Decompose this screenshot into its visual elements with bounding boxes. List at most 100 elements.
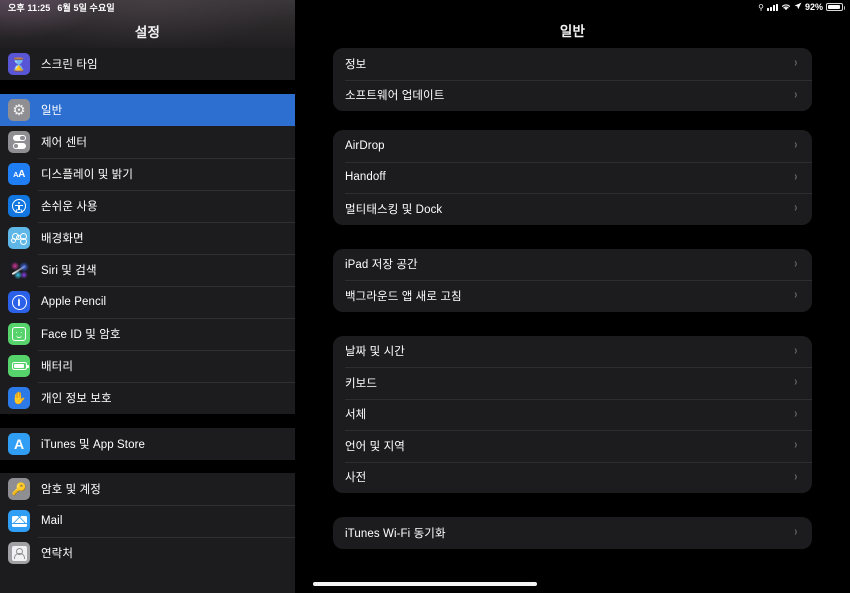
row-label: Handoff bbox=[345, 171, 386, 184]
sidebar-item-battery[interactable]: 배터리 bbox=[0, 350, 295, 382]
sidebar-group-screentime: ⌛ 스크린 타임 bbox=[0, 48, 295, 80]
home-indicator[interactable] bbox=[313, 582, 537, 586]
sidebar-item-mail[interactable]: Mail bbox=[0, 505, 295, 537]
chevron-right-icon: › bbox=[794, 469, 798, 484]
settings-card-storage: iPad 저장 공간 › 백그라운드 앱 새로 고침 › bbox=[333, 248, 812, 312]
row-label: 키보드 bbox=[345, 377, 378, 390]
chevron-right-icon: › bbox=[794, 288, 798, 303]
chevron-right-icon: › bbox=[794, 56, 798, 71]
status-date: 6월 5일 수요일 bbox=[57, 2, 115, 13]
status-bar-right: ⚲ 92% bbox=[758, 2, 845, 12]
settings-card-connectivity: AirDrop › Handoff › 멀티태스킹 및 Dock › bbox=[333, 130, 812, 225]
pencil-icon bbox=[8, 291, 30, 313]
key-icon: 🔑 bbox=[8, 478, 30, 500]
sidebar-item-label: 스크린 타임 bbox=[41, 59, 98, 71]
battery-icon bbox=[826, 3, 845, 11]
sidebar-item-label: Mail bbox=[41, 515, 63, 527]
cellular-bars-icon bbox=[766, 3, 778, 11]
row-label: 서체 bbox=[345, 409, 367, 422]
row-label: AirDrop bbox=[345, 139, 385, 152]
settings-groups: 정보 › 소프트웨어 업데이트 › AirDrop › Handoff › 멀티… bbox=[295, 48, 850, 549]
sidebar-title: 설정 bbox=[134, 25, 161, 40]
wifi-icon bbox=[781, 3, 791, 11]
sidebar-item-control-center[interactable]: 제어 센터 bbox=[0, 126, 295, 158]
sidebar-item-label: 암호 및 계정 bbox=[41, 484, 101, 496]
row-date-time[interactable]: 날짜 및 시간 › bbox=[333, 336, 812, 368]
sidebar-item-label: 일반 bbox=[41, 105, 63, 117]
sidebar-item-apple-pencil[interactable]: Apple Pencil bbox=[0, 286, 295, 318]
row-fonts[interactable]: 서체 › bbox=[333, 398, 812, 431]
siri-icon bbox=[8, 259, 30, 281]
status-bar: 오후 11:25 6월 5일 수요일 ⚲ 92% bbox=[0, 0, 850, 14]
sidebar-item-contacts[interactable]: 연락처 bbox=[0, 537, 295, 569]
settings-card-localization: 날짜 및 시간 › 키보드 › 서체 › 언어 및 지역 › 사전 › bbox=[333, 335, 812, 494]
row-label: 백그라운드 앱 새로 고침 bbox=[345, 290, 462, 303]
hourglass-icon: ⌛ bbox=[8, 53, 30, 75]
location-arrow-icon bbox=[794, 2, 802, 12]
row-handoff[interactable]: Handoff › bbox=[333, 161, 812, 194]
page-title: 일반 bbox=[559, 24, 586, 39]
battery-icon bbox=[8, 355, 30, 377]
sidebar-item-general[interactable]: ⚙ 일반 bbox=[0, 94, 295, 126]
settings-card-about: 정보 › 소프트웨어 업데이트 › bbox=[333, 48, 812, 111]
sidebar-item-label: 연락처 bbox=[41, 548, 74, 560]
row-software-update[interactable]: 소프트웨어 업데이트 › bbox=[333, 79, 812, 112]
sidebar-divider bbox=[0, 460, 295, 473]
row-language-region[interactable]: 언어 및 지역 › bbox=[333, 430, 812, 462]
sidebar-item-itunes-app-store[interactable]: A iTunes 및 App Store bbox=[0, 428, 295, 460]
sidebar-item-display-brightness[interactable]: AA 디스플레이 및 밝기 bbox=[0, 158, 295, 190]
sidebar-divider bbox=[0, 414, 295, 428]
chevron-right-icon: › bbox=[794, 375, 798, 390]
sidebar-item-privacy[interactable]: ✋ 개인 정보 보호 bbox=[0, 382, 295, 414]
sidebar-divider bbox=[0, 80, 295, 94]
ipad-settings-screen: 오후 11:25 6월 5일 수요일 ⚲ 92% 설정 ⌛ 스크린 타임 ⚙ 일… bbox=[0, 0, 850, 593]
chevron-right-icon: › bbox=[794, 87, 798, 102]
sidebar-item-label: 배터리 bbox=[41, 361, 74, 373]
settings-sidebar[interactable]: 설정 ⌛ 스크린 타임 ⚙ 일반 제어 센터 AA 디스플레이 및 밝기 손쉬운… bbox=[0, 0, 295, 593]
sidebar-item-siri-search[interactable]: Siri 및 검색 bbox=[0, 254, 295, 286]
sidebar-item-label: Apple Pencil bbox=[41, 296, 107, 308]
sidebar-item-screen-time[interactable]: ⌛ 스크린 타임 bbox=[0, 48, 295, 80]
row-multitasking-dock[interactable]: 멀티태스킹 및 Dock › bbox=[333, 193, 812, 225]
sidebar-item-label: Siri 및 검색 bbox=[41, 265, 97, 277]
row-label: 멀티태스킹 및 Dock bbox=[345, 203, 443, 216]
sidebar-item-label: iTunes 및 App Store bbox=[41, 439, 146, 451]
row-ipad-storage[interactable]: iPad 저장 공간 › bbox=[333, 249, 812, 281]
settings-card-sync: iTunes Wi-Fi 동기화 › bbox=[333, 517, 812, 549]
sidebar-item-wallpaper[interactable]: 배경화면 bbox=[0, 222, 295, 254]
sidebar-group-store: A iTunes 및 App Store bbox=[0, 428, 295, 460]
row-itunes-wifi-sync[interactable]: iTunes Wi-Fi 동기화 › bbox=[333, 517, 812, 549]
chevron-right-icon: › bbox=[794, 138, 798, 153]
row-label: iTunes Wi-Fi 동기화 bbox=[345, 527, 446, 540]
row-background-app-refresh[interactable]: 백그라운드 앱 새로 고침 › bbox=[333, 280, 812, 312]
sidebar-item-accessibility[interactable]: 손쉬운 사용 bbox=[0, 190, 295, 222]
chevron-right-icon: › bbox=[794, 169, 798, 184]
chevron-right-icon: › bbox=[794, 525, 798, 540]
chevron-right-icon: › bbox=[794, 256, 798, 271]
row-about[interactable]: 정보 › bbox=[333, 48, 812, 80]
faceid-icon bbox=[8, 323, 30, 345]
row-keyboard[interactable]: 키보드 › bbox=[333, 367, 812, 399]
row-label: 정보 bbox=[345, 58, 367, 71]
text-size-icon: AA bbox=[8, 163, 30, 185]
lock-rotation-icon: ⚲ bbox=[758, 2, 764, 12]
sidebar-item-face-id-passcode[interactable]: Face ID 및 암호 bbox=[0, 318, 295, 350]
general-detail-pane: 일반 정보 › 소프트웨어 업데이트 › AirDrop › Handoff ›… bbox=[295, 0, 850, 593]
chevron-right-icon: › bbox=[794, 438, 798, 453]
row-label: 날짜 및 시간 bbox=[345, 346, 405, 359]
battery-percent-label: 92% bbox=[804, 2, 823, 12]
row-label: 사전 bbox=[345, 472, 367, 485]
sidebar-item-label: Face ID 및 암호 bbox=[41, 329, 121, 341]
row-dictionary[interactable]: 사전 › bbox=[333, 461, 812, 494]
row-airdrop[interactable]: AirDrop › bbox=[333, 130, 812, 162]
chevron-right-icon: › bbox=[794, 201, 798, 216]
sidebar-item-label: 개인 정보 보호 bbox=[41, 393, 112, 405]
gear-icon: ⚙ bbox=[8, 99, 30, 121]
sidebar-item-label: 디스플레이 및 밝기 bbox=[41, 169, 134, 181]
row-label: 언어 및 지역 bbox=[345, 440, 405, 453]
chevron-right-icon: › bbox=[794, 343, 798, 358]
status-bar-left: 오후 11:25 6월 5일 수요일 bbox=[8, 1, 115, 14]
sidebar-item-label: 손쉬운 사용 bbox=[41, 201, 98, 213]
hand-icon: ✋ bbox=[8, 387, 30, 409]
sidebar-item-passwords-accounts[interactable]: 🔑 암호 및 계정 bbox=[0, 473, 295, 505]
